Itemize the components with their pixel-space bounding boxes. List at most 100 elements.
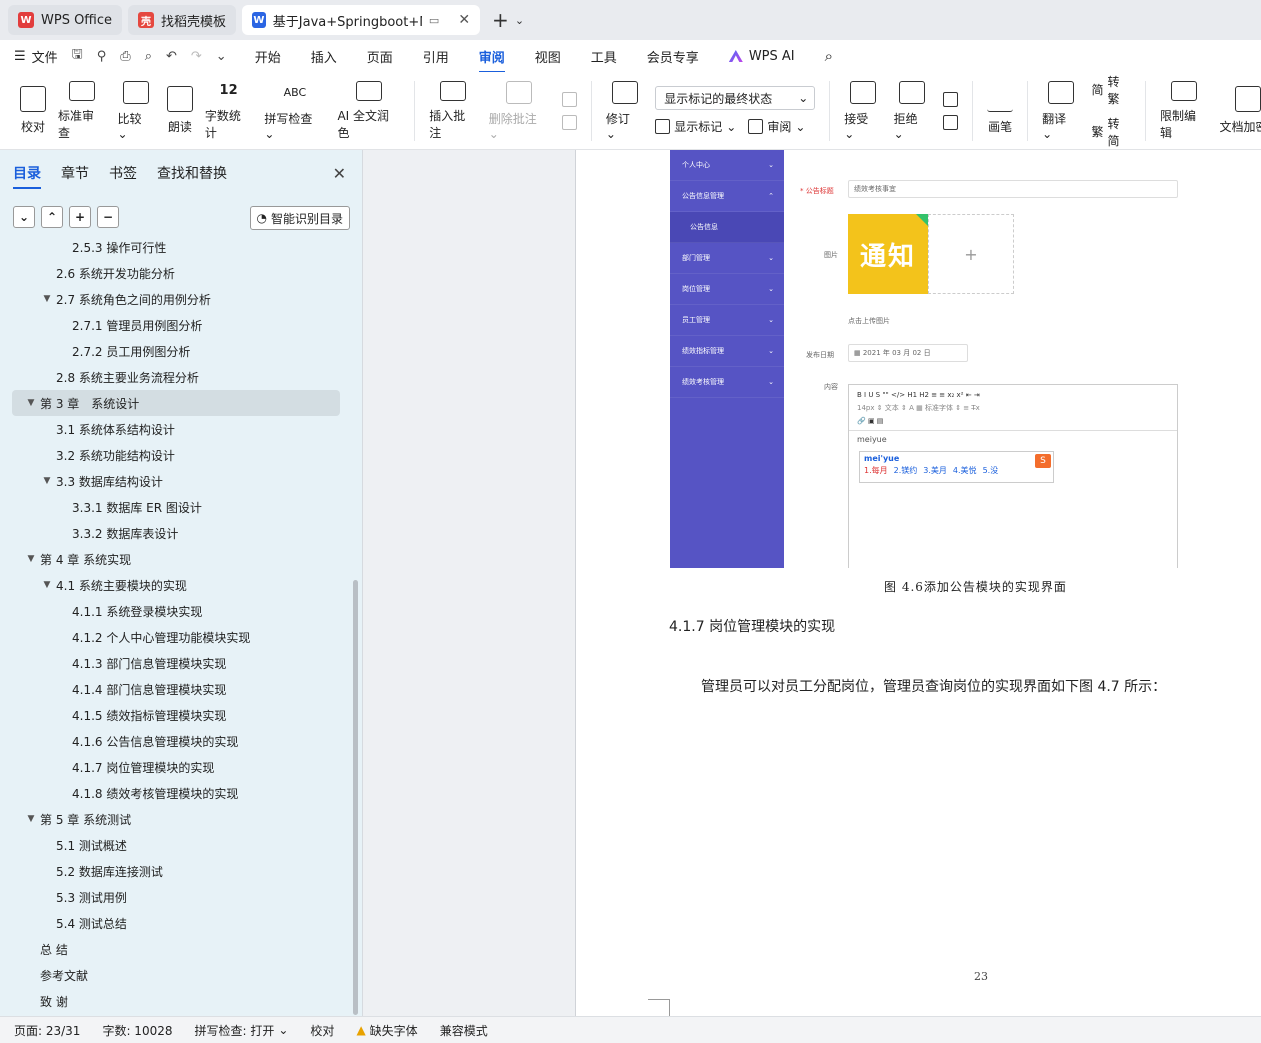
file-menu[interactable]: ☰ 文件: [14, 47, 58, 66]
next-comment-button[interactable]: [561, 114, 577, 130]
review-pane-button[interactable]: 审阅 ⌄: [748, 118, 805, 135]
menu-page[interactable]: 页面: [367, 47, 393, 66]
toc-item[interactable]: 3.2 系统功能结构设计: [0, 442, 352, 468]
show-markup-button[interactable]: 显示标记 ⌄: [655, 118, 736, 135]
tab-wps-office[interactable]: W WPS Office: [8, 5, 123, 35]
ai-polish-button[interactable]: AI 全文润色: [331, 80, 406, 141]
new-tab-icon[interactable]: +: [492, 8, 509, 32]
missing-font-indicator[interactable]: ▲ 缺失字体: [356, 1022, 417, 1039]
read-aloud-button[interactable]: 朗读: [161, 81, 199, 141]
search-icon[interactable]: ⌕: [825, 47, 833, 65]
smart-toc-button[interactable]: ◔ 智能识别目录: [249, 206, 350, 230]
add-icon[interactable]: +: [69, 206, 91, 228]
page-indicator[interactable]: 页面: 23/31: [14, 1022, 80, 1039]
expand-arrow-icon[interactable]: ▼: [24, 814, 38, 824]
menu-member[interactable]: 会员专享: [647, 47, 699, 66]
toc-item[interactable]: 3.1 系统体系结构设计: [0, 416, 352, 442]
toc-item[interactable]: 4.1.4 部门信息管理模块实现: [0, 676, 352, 702]
toc-item[interactable]: 4.1.6 公告信息管理模块的实现: [0, 728, 352, 754]
toc-item[interactable]: 4.1.8 绩效考核管理模块的实现: [0, 780, 352, 806]
toc-item[interactable]: ▼ 3.3 数据库结构设计: [0, 468, 352, 494]
print-preview-icon[interactable]: ⌕: [145, 49, 152, 64]
standard-review-button[interactable]: 标准审查: [52, 80, 111, 141]
toc-item[interactable]: 致 谢: [0, 988, 352, 1012]
toc-item[interactable]: 2.7.1 管理员用例图分析: [0, 312, 352, 338]
tab-find-replace[interactable]: 查找和替换: [157, 163, 227, 183]
key-icon[interactable]: ⚲: [97, 49, 107, 64]
spell-check-button[interactable]: ABC 拼写检查 ⌄: [258, 81, 331, 141]
expand-arrow-icon[interactable]: ▼: [40, 476, 54, 486]
toc-item[interactable]: ▼ 第 3 章 系统设计: [12, 390, 340, 416]
redo-icon[interactable]: ↷: [191, 49, 202, 64]
collapse-down-icon[interactable]: ⌄: [13, 206, 35, 228]
toc-item[interactable]: 5.1 测试概述: [0, 832, 352, 858]
menu-review[interactable]: 审阅: [478, 47, 505, 73]
prev-change-button[interactable]: [943, 91, 959, 107]
toc-item[interactable]: 4.1.2 个人中心管理功能模块实现: [0, 624, 352, 650]
proofread-indicator[interactable]: 校对: [310, 1022, 334, 1039]
prev-comment-button[interactable]: [561, 91, 577, 107]
expand-arrow-icon[interactable]: ▼: [24, 554, 38, 564]
print-icon[interactable]: ⎙: [120, 49, 130, 64]
tab-toc[interactable]: 目录: [13, 163, 41, 189]
toc-item[interactable]: 3.3.2 数据库表设计: [0, 520, 352, 546]
compare-button[interactable]: 比较 ⌄: [111, 80, 160, 141]
close-icon[interactable]: ✕: [333, 164, 346, 183]
chevron-down-icon[interactable]: ⌄: [515, 14, 524, 27]
toc-item[interactable]: ▼ 4.1 系统主要模块的实现: [0, 572, 352, 598]
close-icon[interactable]: ✕: [458, 12, 470, 28]
reject-button[interactable]: 拒绝 ⌄: [888, 80, 937, 141]
expand-up-icon[interactable]: ⌃: [41, 206, 63, 228]
remove-icon[interactable]: −: [97, 206, 119, 228]
accept-button[interactable]: 接受 ⌄: [838, 80, 887, 141]
chevron-down-icon[interactable]: ⌄: [216, 49, 227, 64]
toc-item[interactable]: ▼ 第 4 章 系统实现: [0, 546, 352, 572]
word-count-indicator[interactable]: 字数: 10028: [102, 1022, 172, 1039]
restrict-edit-button[interactable]: 限制编辑: [1154, 80, 1213, 141]
menu-insert[interactable]: 插入: [311, 47, 337, 66]
toc-item[interactable]: 4.1.5 绩效指标管理模块实现: [0, 702, 352, 728]
expand-arrow-icon[interactable]: ▼: [40, 294, 54, 304]
toc-item[interactable]: 总 结: [0, 936, 352, 962]
tab-bookmarks[interactable]: 书签: [109, 163, 137, 183]
insert-comment-button[interactable]: 插入批注: [423, 80, 482, 141]
toc-item[interactable]: 2.6 系统开发功能分析: [0, 260, 352, 286]
tab-chapters[interactable]: 章节: [61, 163, 89, 183]
translate-button[interactable]: 翻译 ⌄: [1036, 80, 1085, 141]
expand-arrow-icon[interactable]: ▼: [24, 398, 38, 408]
proofread-button[interactable]: 校对: [14, 81, 52, 141]
tab-template[interactable]: 壳 找稻壳模板: [128, 5, 237, 35]
menu-tools[interactable]: 工具: [591, 47, 617, 66]
toc-item[interactable]: ▼ 2.7 系统角色之间的用例分析: [0, 286, 352, 312]
menu-home[interactable]: 开始: [255, 47, 281, 66]
menu-references[interactable]: 引用: [423, 47, 449, 66]
save-icon[interactable]: 🖫: [72, 45, 83, 67]
toc-item[interactable]: 2.5.3 操作可行性: [0, 234, 352, 260]
to-traditional-button[interactable]: 简转繁: [1092, 73, 1132, 107]
toc-item[interactable]: 5.2 数据库连接测试: [0, 858, 352, 884]
delete-comment-button[interactable]: 删除批注 ⌄: [483, 80, 556, 141]
menu-view[interactable]: 视图: [535, 47, 561, 66]
word-count-button[interactable]: 12 字数统计: [199, 81, 258, 141]
toc-item[interactable]: 4.1.1 系统登录模块实现: [0, 598, 352, 624]
doc-encrypt-button[interactable]: 文档加密: [1213, 81, 1261, 141]
toc-item[interactable]: 2.8 系统主要业务流程分析: [0, 364, 352, 390]
expand-arrow-icon[interactable]: ▼: [40, 580, 54, 590]
toc-item[interactable]: 4.1.3 部门信息管理模块实现: [0, 650, 352, 676]
toc-item[interactable]: 2.7.2 员工用例图分析: [0, 338, 352, 364]
markup-select[interactable]: 显示标记的最终状态 ⌄: [655, 86, 816, 110]
toc-item[interactable]: 4.1.7 岗位管理模块的实现: [0, 754, 352, 780]
spell-check-indicator[interactable]: 拼写检查: 打开 ⌄: [195, 1022, 289, 1039]
tab-document[interactable]: W 基于Java+Springboot+MyS ▭ ✕: [242, 5, 481, 35]
wps-ai-button[interactable]: WPS AI: [728, 49, 795, 64]
toc-item[interactable]: ▼ 第 5 章 系统测试: [0, 806, 352, 832]
toc-item[interactable]: 5.3 测试用例: [0, 884, 352, 910]
pen-button[interactable]: 画笔: [981, 81, 1019, 141]
toc-item[interactable]: 参考文献: [0, 962, 352, 988]
track-changes-button[interactable]: 修订 ⌄: [600, 80, 649, 141]
toc-item[interactable]: 3.3.1 数据库 ER 图设计: [0, 494, 352, 520]
toc-item[interactable]: 5.4 测试总结: [0, 910, 352, 936]
undo-icon[interactable]: ↶: [166, 49, 177, 64]
next-change-button[interactable]: [943, 114, 959, 130]
to-simplified-button[interactable]: 繁转简: [1092, 115, 1132, 149]
